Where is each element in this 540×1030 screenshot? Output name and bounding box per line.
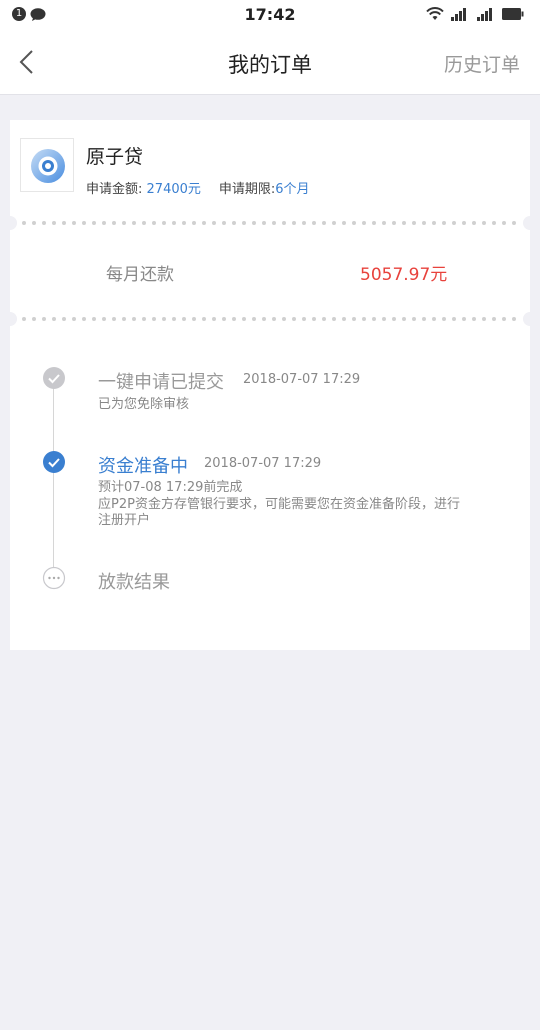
status-bar: 1 17:42 (0, 0, 540, 30)
term-value: 6个月 (275, 182, 310, 197)
step-desc-preparing-note: 应P2P资金方存管银行要求，可能需要您在资金准备阶段，进行注册开户 (98, 497, 460, 528)
nav-bar: 我的订单 历史订单 (0, 30, 540, 95)
amount-label: 申请金额: (86, 182, 143, 197)
perforation-divider (22, 221, 518, 225)
timeline-line (53, 378, 54, 578)
amount-value: 27400元 (146, 182, 201, 197)
monthly-payment-value: 5057.97元 (360, 265, 448, 285)
step-done-check-icon (43, 367, 65, 389)
status-right (426, 7, 524, 21)
signal-1-icon (451, 8, 466, 21)
perforation-divider (22, 317, 518, 321)
step-pending-dots-icon (42, 566, 66, 590)
product-name: 原子贷 (86, 146, 144, 168)
step-desc-submitted: 已为您免除审核 (98, 397, 190, 412)
step-title-result: 放款结果 (98, 572, 170, 593)
product-logo (20, 138, 74, 192)
term-label: 申请期限: (218, 182, 276, 197)
monthly-payment-label: 每月还款 (106, 265, 174, 285)
wifi-icon (426, 7, 444, 20)
product-logo-icon (31, 149, 65, 183)
step-title-preparing: 资金准备中 (98, 456, 188, 477)
signal-2-icon (477, 8, 492, 21)
step-active-check-icon (43, 451, 65, 473)
step-time-submitted: 2018-07-07 17:29 (243, 372, 361, 387)
battery-icon (502, 8, 524, 20)
step-desc-preparing-eta: 预计07-08 17:29前完成 (98, 480, 243, 495)
step-title-submitted: 一键申请已提交 (98, 372, 224, 393)
history-orders-link[interactable]: 历史订单 (444, 50, 520, 77)
step-time-preparing: 2018-07-07 17:29 (204, 456, 322, 471)
product-info: 申请金额: 27400元 申请期限:6个月 (86, 178, 310, 197)
order-card: 原子贷 申请金额: 27400元 申请期限:6个月 每月还款 5057.97元 一… (3, 120, 537, 650)
